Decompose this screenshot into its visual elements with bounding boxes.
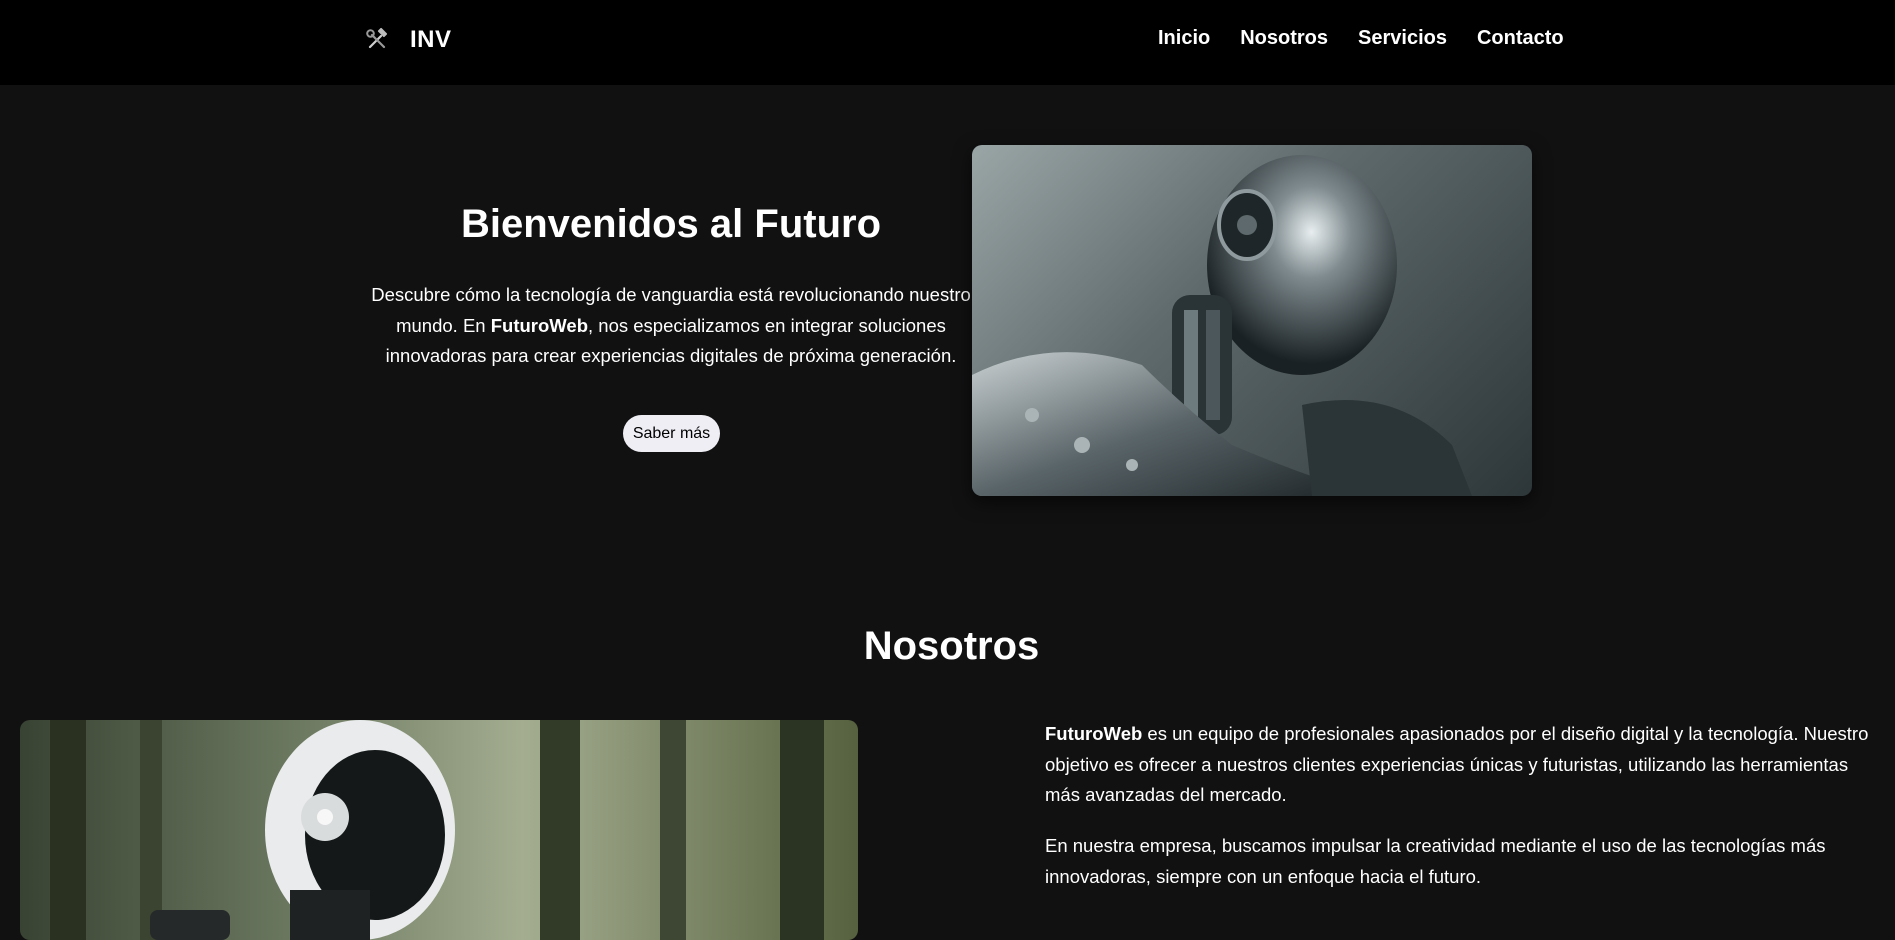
nav-link-servicios[interactable]: Servicios <box>1358 27 1447 50</box>
saber-mas-button[interactable]: Saber más <box>623 415 720 452</box>
navbar: INV Inicio Nosotros Servicios Contacto <box>0 0 1895 85</box>
robot-forest-image <box>20 720 858 940</box>
nav-link-inicio[interactable]: Inicio <box>1158 27 1210 50</box>
brand-text: INV <box>410 26 452 53</box>
about-paragraph-1: FuturoWeb es un equipo de profesionales … <box>1045 719 1885 811</box>
nav-links: Inicio Nosotros Servicios Contacto <box>1158 27 1564 50</box>
about-brand: FuturoWeb <box>1045 723 1143 744</box>
about-p1-text: es un equipo de profesionales apasionado… <box>1045 723 1869 805</box>
hero-text-brand: FuturoWeb <box>490 314 589 336</box>
nav-link-nosotros[interactable]: Nosotros <box>1240 27 1328 50</box>
hero-title: Bienvenidos al Futuro <box>460 202 882 246</box>
nav-link-contacto[interactable]: Contacto <box>1477 27 1564 50</box>
nosotros-title: Nosotros <box>863 624 1040 668</box>
tools-icon <box>362 25 392 55</box>
about-paragraph-2: En nuestra empresa, buscamos impulsar la… <box>1045 835 1826 887</box>
robot-portrait-image <box>972 145 1532 496</box>
brand[interactable]: INV <box>362 25 452 55</box>
hero-description: Descubre cómo la tecnología de vanguardi… <box>371 280 971 372</box>
